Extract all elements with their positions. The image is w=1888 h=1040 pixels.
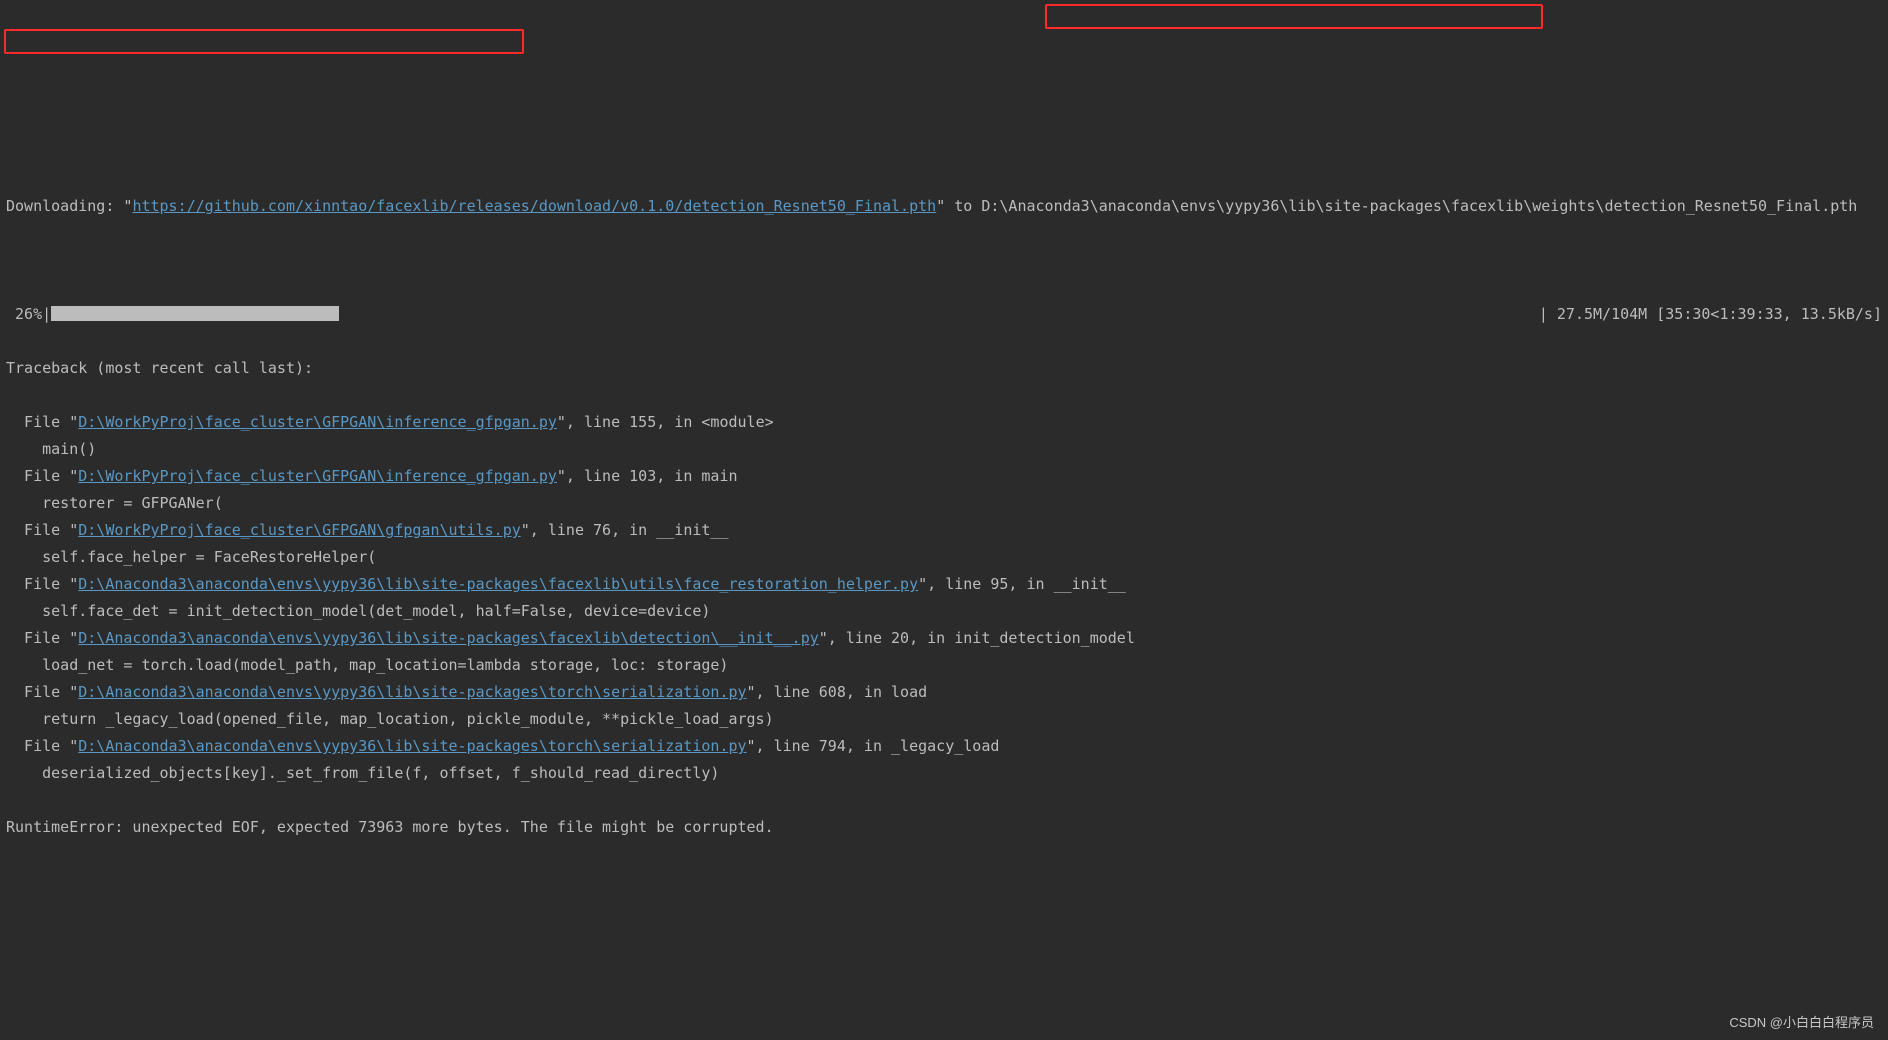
download-url-link[interactable]: https://github.com/xinntao/facexlib/rele…: [132, 197, 936, 215]
traceback-code-line: return _legacy_load(opened_file, map_loc…: [6, 706, 1882, 733]
download-prefix: Downloading: ": [6, 197, 132, 215]
file-suffix: ", line 20, in init_detection_model: [819, 629, 1135, 647]
progress-percent: 26%|: [6, 305, 51, 323]
progress-left: 26%|: [6, 301, 339, 328]
file-path-link[interactable]: D:\WorkPyProj\face_cluster\GFPGAN\gfpgan…: [78, 521, 521, 539]
watermark: CSDN @小白白白程序员: [1729, 1011, 1874, 1034]
progress-bar: [51, 306, 339, 321]
file-prefix: File ": [6, 737, 78, 755]
file-prefix: File ": [6, 467, 78, 485]
traceback-code-line: main(): [6, 436, 1882, 463]
file-prefix: File ": [6, 521, 78, 539]
traceback-file-line: File "D:\WorkPyProj\face_cluster\GFPGAN\…: [6, 463, 1882, 490]
file-path-link[interactable]: D:\WorkPyProj\face_cluster\GFPGAN\infere…: [78, 413, 557, 431]
file-suffix: ", line 155, in <module>: [557, 413, 774, 431]
file-path-link[interactable]: D:\WorkPyProj\face_cluster\GFPGAN\infere…: [78, 467, 557, 485]
file-path-link[interactable]: D:\Anaconda3\anaconda\envs\yypy36\lib\si…: [78, 629, 819, 647]
blank-line: [6, 247, 1882, 274]
file-suffix: ", line 608, in load: [747, 683, 928, 701]
download-mid: " to: [936, 197, 981, 215]
traceback-file-line: File "D:\Anaconda3\anaconda\envs\yypy36\…: [6, 679, 1882, 706]
file-suffix: ", line 103, in main: [557, 467, 738, 485]
file-suffix: ", line 76, in __init__: [521, 521, 729, 539]
file-prefix: File ": [6, 413, 78, 431]
traceback-file-line: File "D:\Anaconda3\anaconda\envs\yypy36\…: [6, 571, 1882, 598]
traceback-code-line: deserialized_objects[key]._set_from_file…: [6, 760, 1882, 787]
traceback-code-line: load_net = torch.load(model_path, map_lo…: [6, 652, 1882, 679]
file-path-link[interactable]: D:\Anaconda3\anaconda\envs\yypy36\lib\si…: [78, 683, 746, 701]
runtime-error: RuntimeError: unexpected EOF, expected 7…: [6, 814, 1882, 841]
file-prefix: File ": [6, 683, 78, 701]
traceback-header: Traceback (most recent call last):: [6, 355, 1882, 382]
traceback-file-line: File "D:\WorkPyProj\face_cluster\GFPGAN\…: [6, 517, 1882, 544]
traceback-code-line: restorer = GFPGANer(: [6, 490, 1882, 517]
download-line: Downloading: "https://github.com/xinntao…: [6, 193, 1882, 220]
progress-line: 26%| | 27.5M/104M [35:30<1:39:33, 13.5kB…: [6, 301, 1882, 328]
download-dest: D:\Anaconda3\anaconda\envs\yypy36\lib\si…: [981, 197, 1857, 215]
traceback-file-line: File "D:\Anaconda3\anaconda\envs\yypy36\…: [6, 625, 1882, 652]
file-prefix: File ": [6, 575, 78, 593]
file-suffix: ", line 95, in __init__: [918, 575, 1126, 593]
highlight-box-1: [1045, 4, 1543, 29]
traceback-code-line: self.face_det = init_detection_model(det…: [6, 598, 1882, 625]
traceback-file-line: File "D:\WorkPyProj\face_cluster\GFPGAN\…: [6, 409, 1882, 436]
highlight-box-2: [4, 29, 524, 54]
file-suffix: ", line 794, in _legacy_load: [747, 737, 1000, 755]
traceback-code-line: self.face_helper = FaceRestoreHelper(: [6, 544, 1882, 571]
progress-stats: | 27.5M/104M [35:30<1:39:33, 13.5kB/s]: [1539, 301, 1882, 328]
file-path-link[interactable]: D:\Anaconda3\anaconda\envs\yypy36\lib\si…: [78, 575, 918, 593]
file-prefix: File ": [6, 629, 78, 647]
traceback-file-line: File "D:\Anaconda3\anaconda\envs\yypy36\…: [6, 733, 1882, 760]
file-path-link[interactable]: D:\Anaconda3\anaconda\envs\yypy36\lib\si…: [78, 737, 746, 755]
